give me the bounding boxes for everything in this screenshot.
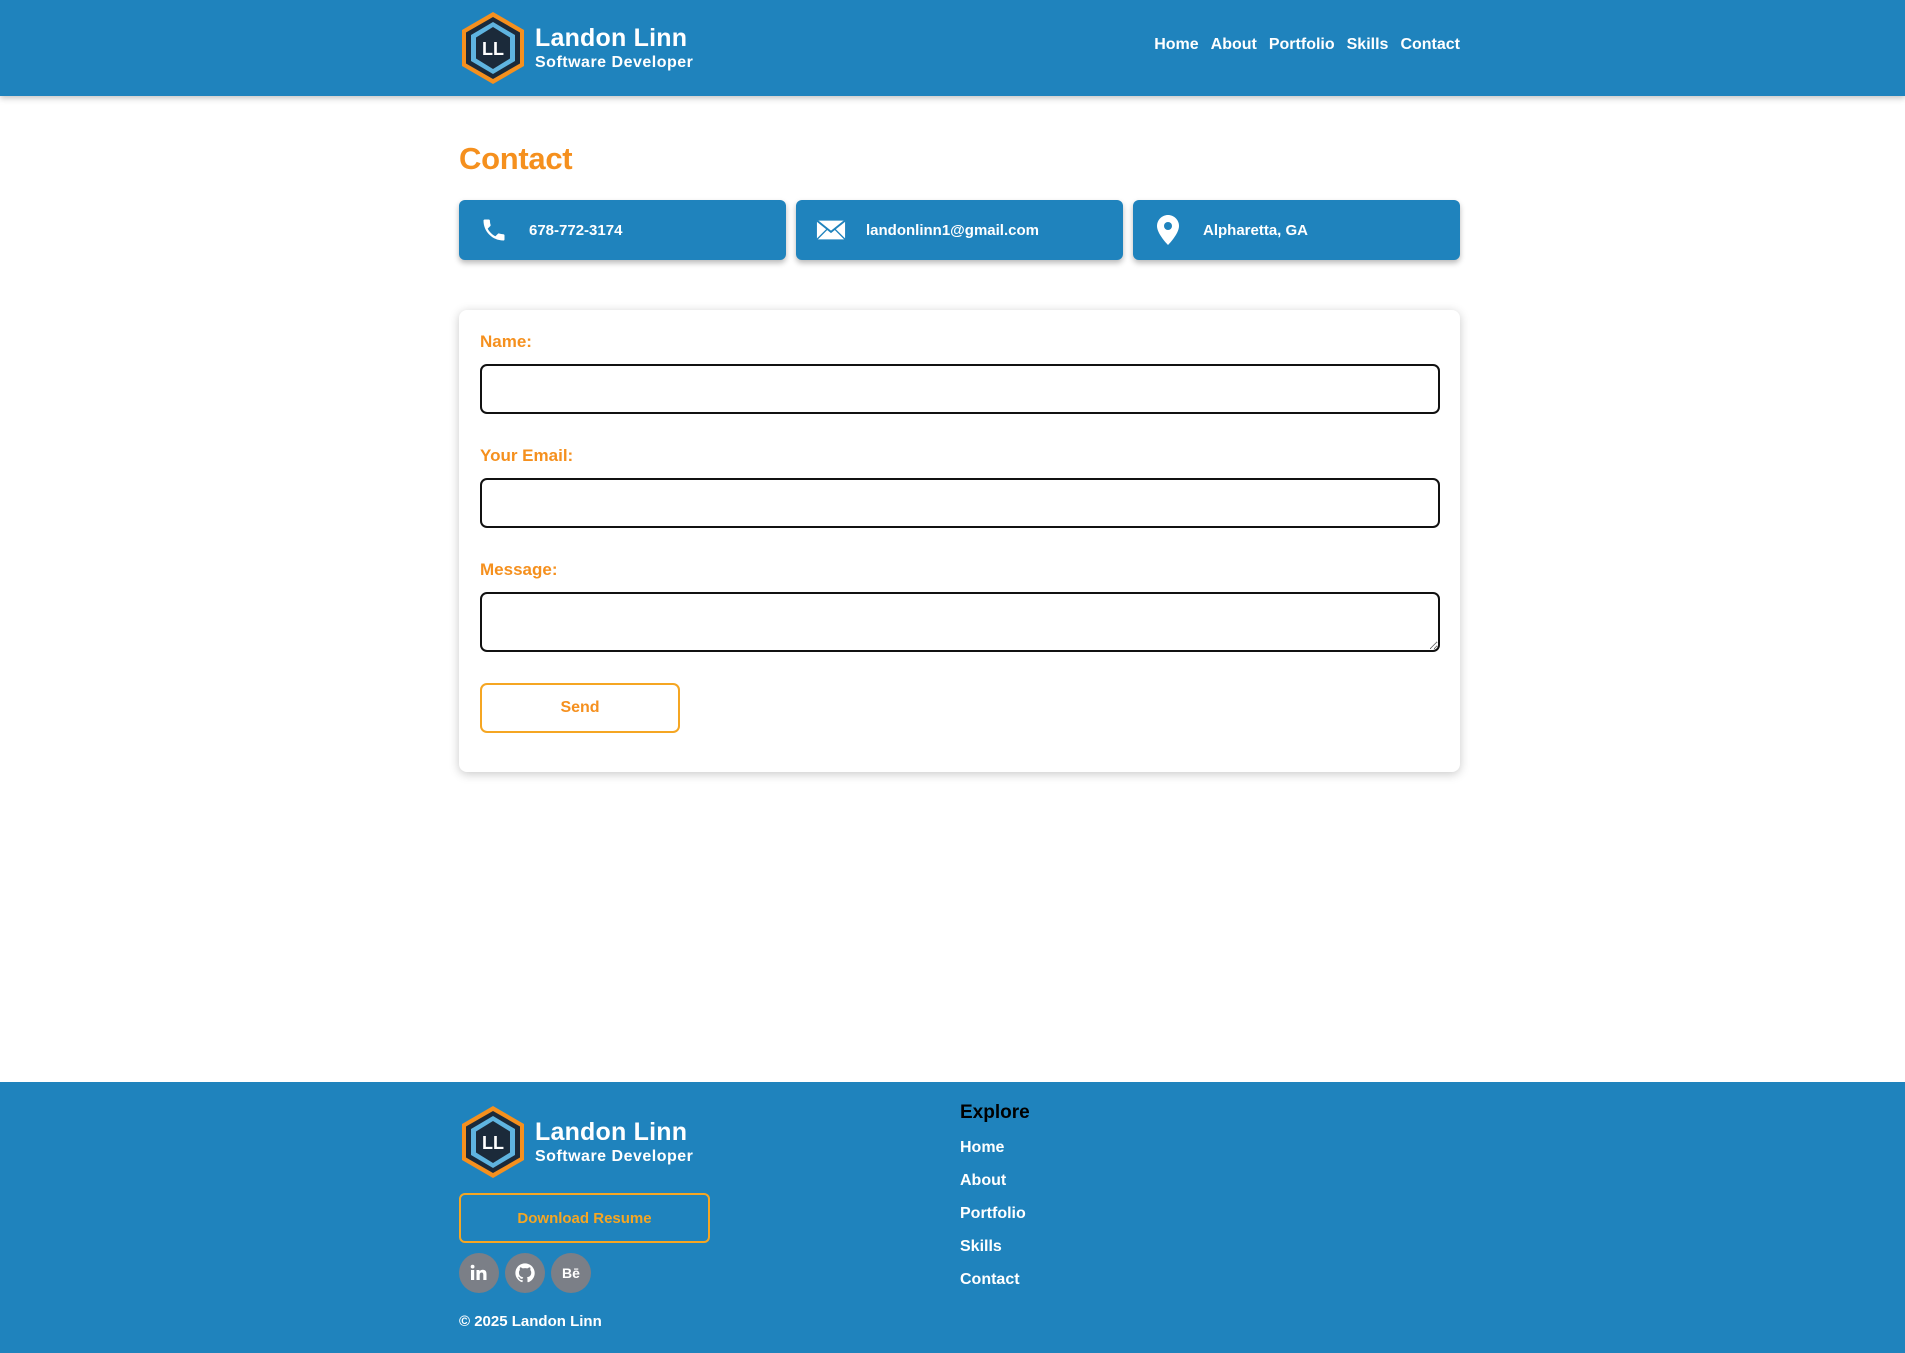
header-brand-role: Software Developer <box>535 54 694 71</box>
explore-heading: Explore <box>960 1102 1030 1123</box>
email-label: Your Email: <box>480 446 574 465</box>
footer-brand-role: Software Developer <box>535 1148 694 1165</box>
nav-portfolio[interactable]: Portfolio <box>1269 36 1335 54</box>
contact-cards: 678-772-3174 landonlinn1@gmail.com Alpha… <box>459 200 1460 260</box>
footer-brand[interactable]: LL Landon Linn Software Developer <box>459 1104 693 1180</box>
contact-card-phone[interactable]: 678-772-3174 <box>459 200 786 260</box>
logo-monogram: LL <box>482 39 504 59</box>
contact-location-text: Alpharetta, GA <box>1203 221 1309 239</box>
send-button[interactable]: Send <box>480 683 680 733</box>
footer-link-portfolio[interactable]: Portfolio <box>960 1204 1026 1237</box>
contact-form: Name: Your Email: Message: Send <box>459 310 1460 772</box>
contact-card-location[interactable]: Alpharetta, GA <box>1133 200 1460 260</box>
phone-icon <box>479 215 509 245</box>
footer-link-about[interactable]: About <box>960 1171 1026 1204</box>
message-textarea[interactable] <box>480 592 1440 652</box>
logo-monogram: LL <box>482 1133 504 1153</box>
footer-link-home[interactable]: Home <box>960 1138 1026 1171</box>
contact-phone-text: 678-772-3174 <box>529 221 623 239</box>
logo-hexagon-icon: LL <box>462 12 524 84</box>
name-input[interactable] <box>480 364 1440 414</box>
message-label: Message: <box>480 560 558 579</box>
header-brand[interactable]: LL Landon Linn Software Developer <box>459 10 693 86</box>
email-input[interactable] <box>480 478 1440 528</box>
envelope-icon <box>816 215 846 245</box>
github-icon[interactable] <box>505 1253 545 1293</box>
footer-brand-name: Landon Linn <box>535 1118 688 1146</box>
nav-about[interactable]: About <box>1211 36 1257 54</box>
contact-card-email[interactable]: landonlinn1@gmail.com <box>796 200 1123 260</box>
behance-icon[interactable]: Bē <box>551 1253 591 1293</box>
copyright-text: © 2025 Landon Linn <box>459 1313 602 1330</box>
name-label: Name: <box>480 332 532 351</box>
explore-links: Home About Portfolio Skills Contact <box>960 1138 1026 1303</box>
main-nav: Home About Portfolio Skills Contact <box>1154 36 1460 54</box>
footer-link-skills[interactable]: Skills <box>960 1237 1026 1270</box>
nav-home[interactable]: Home <box>1154 36 1198 54</box>
contact-email-text: landonlinn1@gmail.com <box>866 221 1039 239</box>
svg-text:Bē: Bē <box>562 1265 580 1281</box>
linkedin-icon[interactable] <box>459 1253 499 1293</box>
map-pin-icon <box>1153 215 1183 245</box>
header-brand-name: Landon Linn <box>535 24 688 52</box>
site-footer: LL Landon Linn Software Developer Downlo… <box>0 1082 1905 1353</box>
social-links: Bē <box>459 1253 591 1293</box>
page-title: Contact <box>459 141 573 176</box>
download-resume-button[interactable]: Download Resume <box>459 1193 710 1243</box>
footer-link-contact[interactable]: Contact <box>960 1270 1026 1303</box>
nav-contact[interactable]: Contact <box>1400 36 1460 54</box>
site-header: LL Landon Linn Software Developer Home A… <box>0 0 1905 96</box>
logo-hexagon-icon: LL <box>462 1106 524 1178</box>
nav-skills[interactable]: Skills <box>1347 36 1389 54</box>
